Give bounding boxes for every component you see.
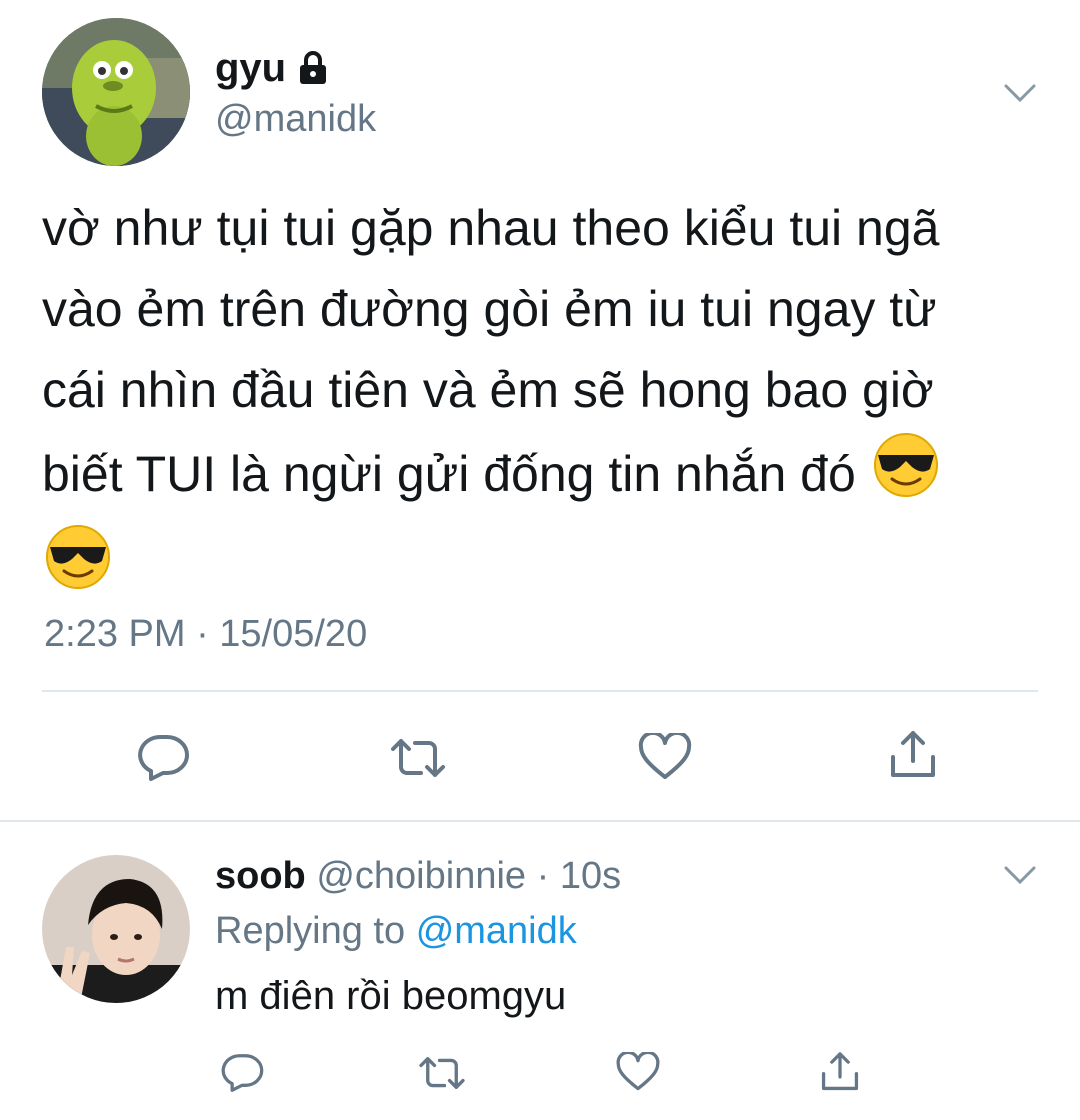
avatar-image (42, 18, 190, 166)
avatar-image (42, 855, 190, 1003)
tweet-text: vờ như tụi tui gặp nhau theo kiểu tui ng… (42, 188, 1002, 615)
share-icon[interactable] (812, 1046, 868, 1098)
like-icon[interactable] (630, 728, 700, 788)
lock-icon (298, 50, 328, 86)
avatar-gyu[interactable] (42, 18, 190, 166)
tweet-body: vờ như tụi tui gặp nhau theo kiểu tui ng… (42, 200, 940, 502)
sunglasses-emoji-icon (872, 431, 940, 523)
more-options-chevron-icon[interactable] (1000, 78, 1040, 108)
display-name[interactable]: gyu (215, 46, 286, 91)
like-icon[interactable] (610, 1048, 666, 1098)
divider (42, 690, 1038, 692)
reply-handle[interactable]: @choibinnie (316, 855, 526, 897)
timestamp[interactable]: 2:23 PM · 15/05/20 (44, 613, 367, 656)
sunglasses-emoji-icon (44, 523, 112, 615)
replying-to-handle-link[interactable]: @manidk (416, 910, 577, 952)
more-options-chevron-icon[interactable] (1000, 860, 1040, 890)
retweet-icon[interactable] (412, 1048, 472, 1098)
avatar-soob[interactable] (42, 855, 190, 1003)
reply-time: · 10s (536, 855, 622, 897)
section-divider (0, 820, 1080, 822)
retweet-icon[interactable] (378, 728, 458, 788)
reply-display-name[interactable]: soob (215, 855, 306, 897)
reply-text: m điên rồi beomgyu (215, 974, 567, 1018)
replying-to-label: Replying to (215, 910, 406, 952)
reply-icon[interactable] (128, 728, 198, 788)
reply-icon[interactable] (214, 1048, 270, 1098)
share-icon[interactable] (878, 724, 948, 786)
handle[interactable]: @manidk (215, 98, 376, 141)
